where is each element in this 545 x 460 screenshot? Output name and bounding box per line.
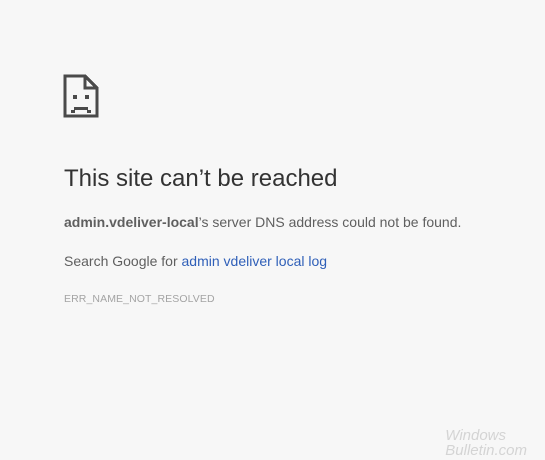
error-code: ERR_NAME_NOT_RESOLVED [64,293,215,305]
watermark: Windows Bulletin.com [445,428,527,458]
hostname: admin.vdeliver-local [64,214,199,230]
error-message: ’s server DNS address could not be found… [198,214,462,230]
watermark-line-1: Windows [445,427,507,444]
error-page: This site can’t be reached admin.vdelive… [0,0,545,460]
error-summary: admin.vdeliver-local’s server DNS addres… [64,212,461,232]
search-prefix: Search Google for [64,253,182,269]
search-link[interactable]: admin vdeliver local log [182,253,328,269]
search-suggestion: Search Google for admin vdeliver local l… [64,251,327,271]
watermark-line-2: Bulletin.com [445,442,527,459]
sad-page-icon [63,74,99,118]
page-title: This site can’t be reached [64,165,338,192]
